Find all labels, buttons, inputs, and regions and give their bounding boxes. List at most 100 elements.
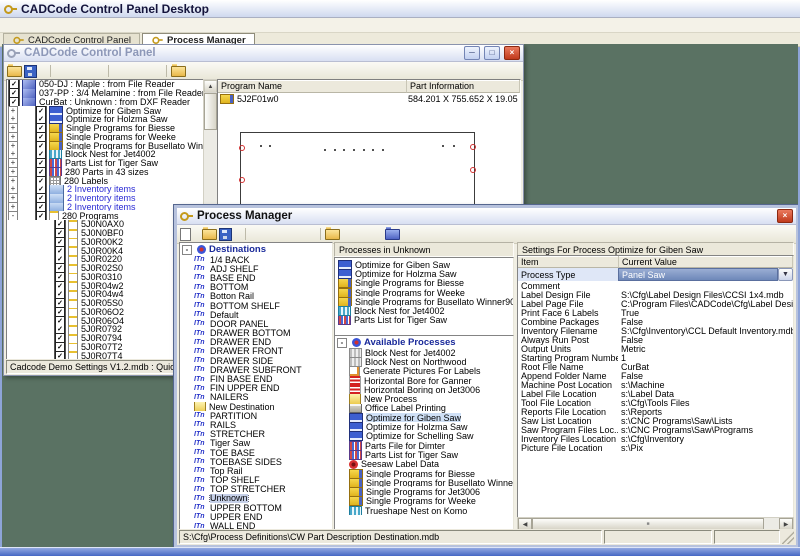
checkbox[interactable]: ✓ (36, 193, 46, 203)
main-title-bar[interactable]: CADCode Control Panel Desktop (0, 0, 800, 18)
available-process-item[interactable]: Office Label Printing (335, 403, 513, 414)
destination-item[interactable]: Botton Rail (180, 292, 332, 301)
available-process-item[interactable]: Parts File for Dimter (335, 440, 513, 451)
toolbar-icon[interactable] (320, 228, 321, 240)
destination-item[interactable]: TOE BASE (180, 448, 332, 457)
minimize-button[interactable]: ─ (464, 46, 480, 60)
toolbar-icon[interactable] (428, 64, 435, 78)
available-process-item[interactable]: Single Programs for Jet3006 (335, 487, 513, 497)
pm-title-bar[interactable]: Process Manager × (177, 208, 796, 225)
toolbar-icon[interactable] (202, 226, 217, 240)
destinations-root[interactable]: - Destinations (180, 243, 332, 255)
toolbar-icon[interactable] (368, 64, 375, 78)
toolbar-icon[interactable] (193, 227, 200, 241)
checkbox[interactable]: ✓ (55, 272, 65, 282)
available-process-item[interactable]: New Process (335, 394, 513, 404)
tree-item[interactable]: + ✓ 280 Labels (7, 176, 204, 185)
toolbar-icon[interactable] (50, 65, 51, 77)
toolbar-icon[interactable] (351, 64, 366, 78)
expander-icon[interactable]: + (8, 150, 18, 159)
expander-icon[interactable]: + (8, 106, 18, 115)
program-row[interactable]: 5J2F01w0 584.201 X 755.652 X 19.05 (218, 93, 520, 104)
destination-item[interactable]: UPPER END (180, 512, 332, 521)
checkbox[interactable]: ✓ (55, 333, 65, 343)
toolbar-icon[interactable] (39, 64, 46, 78)
checkbox[interactable]: ✓ (9, 97, 19, 107)
toolbar-icon[interactable] (205, 64, 212, 78)
toolbar-icon[interactable] (72, 64, 87, 78)
tree-item[interactable]: + ✓ Single Programs for Busellato Winner… (7, 141, 204, 150)
checkbox[interactable]: ✓ (55, 298, 65, 308)
toolbar-icon[interactable] (166, 65, 167, 77)
checkbox[interactable]: ✓ (55, 281, 65, 290)
toolbar-icon[interactable] (240, 64, 255, 78)
toolbar-icon[interactable] (274, 64, 289, 78)
toolbar-icon[interactable] (334, 64, 349, 78)
destination-item[interactable]: Unknown (180, 493, 332, 504)
toolbar-icon[interactable] (377, 64, 392, 78)
tree-item[interactable]: + ✓ Optimize for Holzma Saw (7, 115, 204, 124)
toolbar-icon[interactable] (267, 227, 282, 241)
tree-item[interactable]: + ✓ Single Programs for Biesse (7, 123, 204, 133)
tree-item[interactable]: + ✓ Single Programs for Weeke (7, 132, 204, 142)
expander-icon[interactable]: + (8, 193, 18, 203)
process-type-combobox[interactable]: Panel Saw (618, 268, 778, 281)
setting-row[interactable]: Picture File Location s:\Pix (518, 443, 793, 453)
tree-item[interactable]: + ✓ Optimize for Giben Saw (7, 106, 204, 115)
checkbox[interactable]: ✓ (36, 202, 46, 212)
destination-item[interactable]: DOOR PANEL (180, 319, 332, 328)
available-process-item[interactable]: Block Nest for Jet4002 (335, 348, 513, 358)
checkbox[interactable]: ✓ (55, 342, 65, 352)
destination-item[interactable]: ADJ SHELF (180, 264, 332, 273)
toolbar-icon[interactable] (147, 64, 162, 78)
toolbar-icon[interactable] (437, 64, 452, 78)
checkbox[interactable]: ✓ (36, 167, 46, 177)
checkbox[interactable]: ✓ (55, 228, 65, 238)
toolbar-icon[interactable] (130, 64, 145, 78)
checkbox[interactable]: ✓ (55, 290, 65, 299)
destination-item[interactable]: BOTTOM (180, 283, 332, 292)
tree-item[interactable]: + ✓ Parts List for Tiger Saw (7, 158, 204, 168)
available-process-item[interactable]: Optimize for Holzma Saw (335, 422, 513, 432)
destination-item[interactable]: DRAWER BOTTOM (180, 329, 332, 338)
destination-item[interactable]: PARTITION (180, 411, 332, 420)
column-program-name[interactable]: Program Name (218, 80, 407, 93)
toolbar-icon[interactable] (55, 64, 70, 78)
expander-icon[interactable]: + (8, 132, 18, 142)
process-item[interactable]: Block Nest for Jet4002 (335, 306, 513, 316)
checkbox[interactable]: ✓ (36, 141, 46, 150)
toolbar-icon[interactable] (454, 64, 469, 78)
expander-icon[interactable]: - (182, 244, 192, 255)
toolbar-icon[interactable] (231, 64, 238, 78)
toolbar-icon[interactable] (7, 63, 22, 77)
tree-item[interactable]: + ✓ Block Nest for Jet4002 (7, 150, 204, 159)
available-process-item[interactable]: Horizontal Boring on Jet3006 (335, 385, 513, 395)
expander-icon[interactable]: + (8, 167, 18, 177)
process-item[interactable]: Single Programs for Weeke (335, 287, 513, 298)
expander-icon[interactable]: + (8, 185, 18, 194)
checkbox[interactable]: ✓ (55, 316, 65, 325)
toolbar-icon[interactable] (284, 227, 299, 241)
destination-item[interactable]: DRAWER FRONT (180, 347, 332, 356)
checkbox[interactable]: ✓ (36, 106, 46, 115)
destination-item[interactable]: UPPER BOTTOM (180, 503, 332, 512)
close-button[interactable]: × (777, 209, 793, 223)
checkbox[interactable]: ✓ (55, 255, 65, 264)
destination-item[interactable]: RAILS (180, 420, 332, 429)
checkbox[interactable]: ✓ (55, 220, 65, 229)
available-process-item[interactable]: Single Programs for Busellato Winner90 (335, 478, 513, 488)
toolbar-icon[interactable] (214, 64, 229, 78)
destination-item[interactable]: DRAWER END (180, 338, 332, 347)
checkbox[interactable]: ✓ (36, 211, 46, 220)
checkbox[interactable]: ✓ (55, 237, 65, 247)
toolbar-icon[interactable] (385, 226, 400, 240)
destination-item[interactable]: FIN BASE END (180, 374, 332, 383)
expander-icon[interactable]: + (8, 158, 18, 168)
toolbar-icon[interactable] (342, 227, 357, 241)
destination-item[interactable]: BASE END (180, 273, 332, 282)
available-process-item[interactable]: Seesaw Label Data (335, 460, 513, 469)
toolbar-icon[interactable] (180, 227, 191, 241)
column-item[interactable]: Item (518, 256, 619, 268)
scroll-thumb[interactable] (204, 93, 217, 130)
cadcode-title-bar[interactable]: CADCode Control Panel ─ □ × (4, 45, 523, 62)
